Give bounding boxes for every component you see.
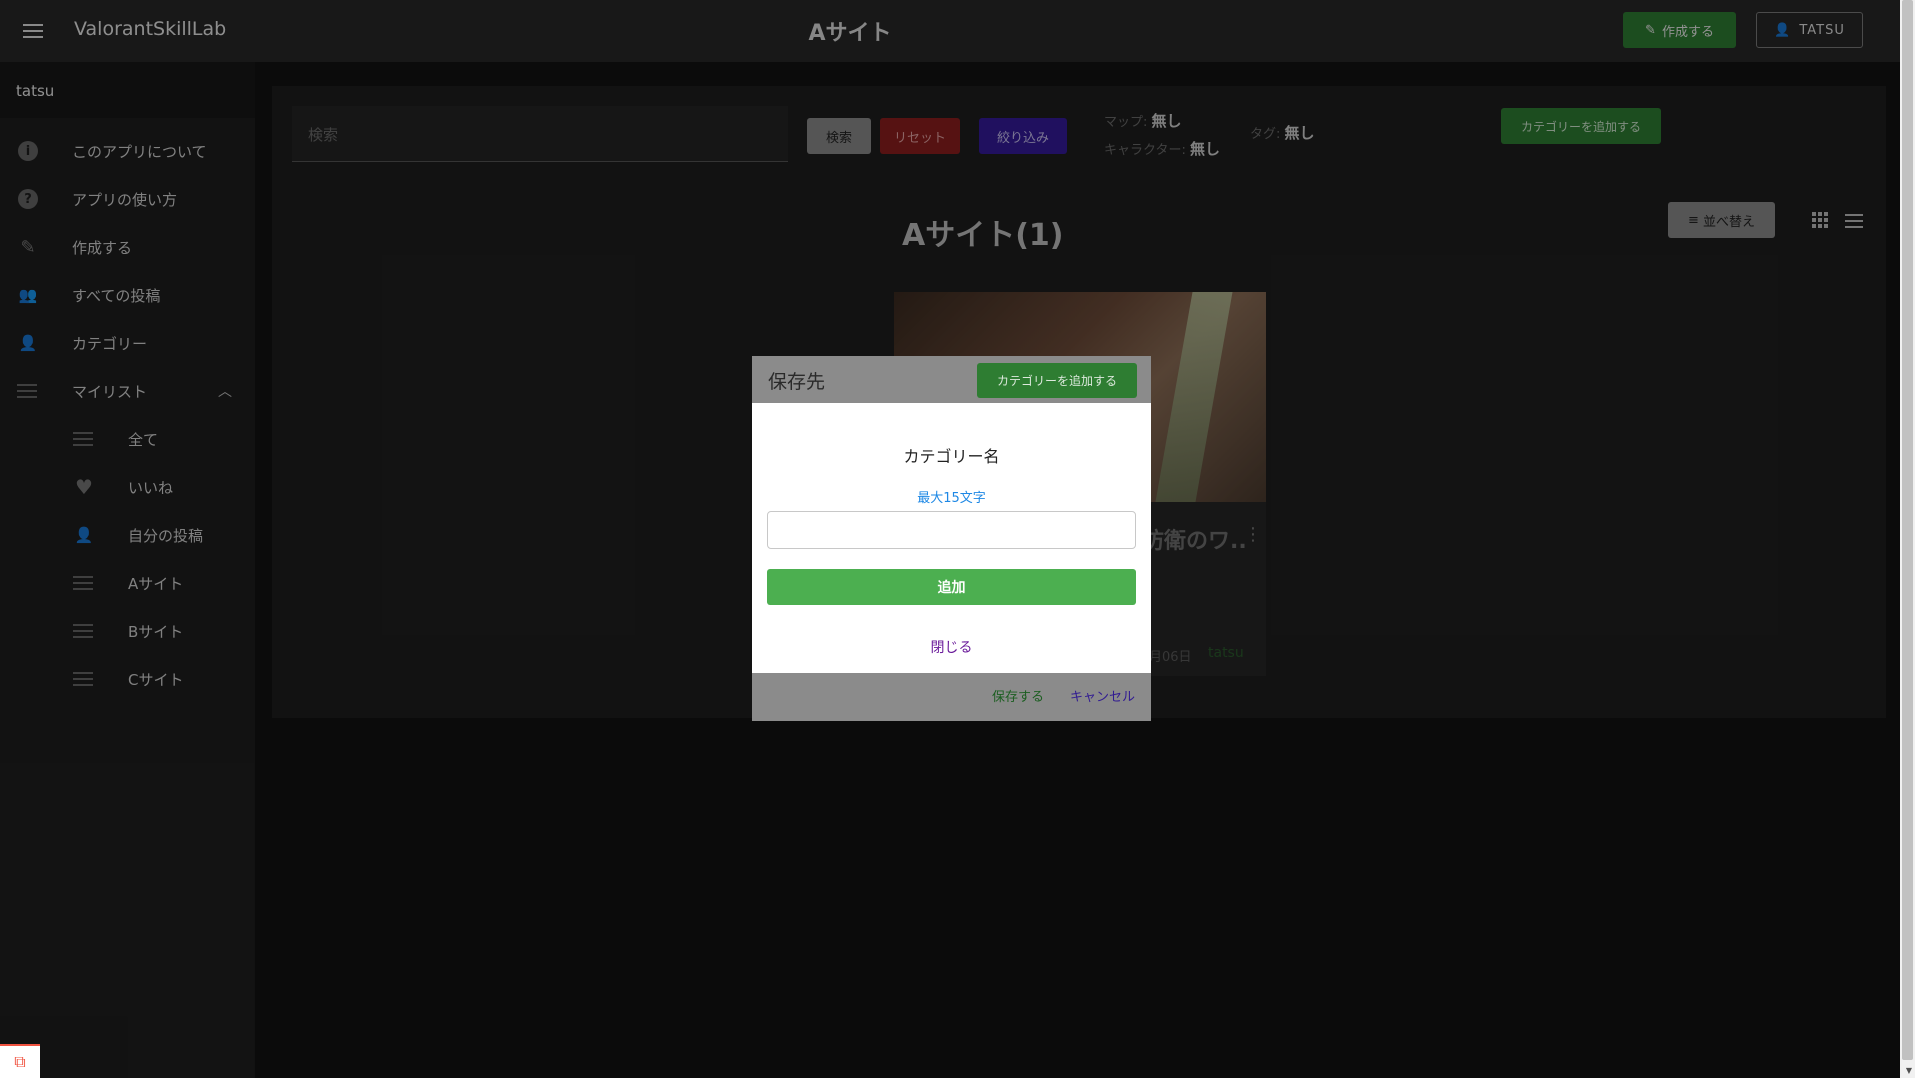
save-dialog-title: 保存先	[768, 371, 826, 393]
cancel-button[interactable]: キャンセル	[1070, 686, 1135, 705]
max-length-hint: 最大15文字	[917, 491, 986, 506]
save-dialog-actions: 保存する キャンセル	[992, 686, 1135, 705]
add-button[interactable]: 追加	[767, 569, 1136, 605]
dialog-add-category-button[interactable]: カテゴリーを追加する	[977, 363, 1137, 398]
category-name-label: カテゴリー名	[903, 447, 1000, 466]
add-category-dialog: カテゴリー名 最大15文字 追加 閉じる	[752, 403, 1151, 673]
scrollbar[interactable]: ▼	[1900, 0, 1915, 1078]
debugbar-icon[interactable]: ⧉	[0, 1044, 40, 1078]
close-button[interactable]: 閉じる	[752, 637, 1151, 657]
save-button[interactable]: 保存する	[992, 686, 1044, 705]
category-name-input[interactable]	[767, 511, 1136, 549]
scrollbar-thumb[interactable]	[1902, 0, 1913, 1060]
scroll-down-icon[interactable]: ▼	[1906, 1066, 1912, 1075]
